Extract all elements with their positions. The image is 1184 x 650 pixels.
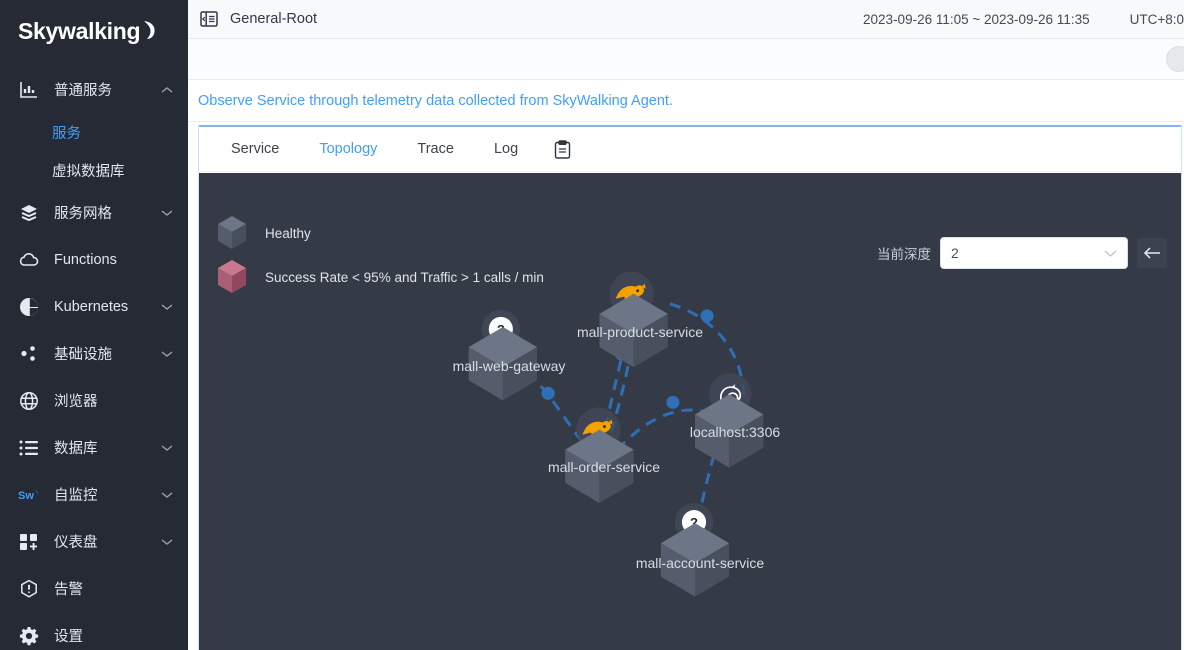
tab-topology[interactable]: Topology [299,127,397,172]
sub-toolbar [188,39,1184,80]
dashboard-add-icon [18,531,40,553]
page-title: General-Root [230,11,318,27]
sidebar-item-self-observability[interactable]: Sw 自监控 [0,471,188,518]
app-root: Skywalking 普通服务 服务 虚拟数据库 服务网格 Functions … [0,0,1184,650]
time-range-picker[interactable]: 2023-09-26 11:05 ~ 2023-09-26 11:35 [863,12,1090,27]
sidebar-item-label: Kubernetes [54,298,129,315]
topbar-right-group: 2023-09-26 11:05 ~ 2023-09-26 11:35 UTC+… [863,12,1184,27]
sidebar-item-browser[interactable]: 浏览器 [0,377,188,424]
clipboard-icon[interactable] [538,139,587,159]
globe-icon [18,390,40,412]
sidebar-subitem-virtual-database[interactable]: 虚拟数据库 [0,151,188,189]
sidebar-item-label: 服务网格 [54,206,112,222]
sidebar-item-label: 自监控 [54,488,98,504]
database-list-icon [18,437,40,459]
node-localhost-3306[interactable] [695,373,764,468]
topology-graph[interactable]: ? [199,173,1181,650]
chevron-down-icon[interactable] [160,444,174,452]
gear-icon [18,625,40,647]
tab-log[interactable]: Log [474,127,538,172]
tab-service[interactable]: Service [211,127,299,172]
chevron-down-icon[interactable] [160,350,174,358]
sidebar-item-functions[interactable]: Functions [0,236,188,283]
alarm-icon [18,578,40,600]
sidebar-item-infrastructure[interactable]: 基础设施 [0,330,188,377]
timezone-label: UTC+8:0 [1129,11,1184,27]
topology-nodes[interactable]: ? [468,271,764,597]
edge-marker [700,309,714,323]
sidebar-subitem-label: 虚拟数据库 [52,163,125,180]
sidebar-item-database[interactable]: 数据库 [0,424,188,471]
node-mall-account-service[interactable]: ? [660,503,730,597]
cube-mall-account-service [660,523,730,597]
layers-icon [18,202,40,224]
chevron-down-icon[interactable] [160,209,174,217]
top-bar: General-Root 2023-09-26 11:05 ~ 2023-09-… [188,0,1184,39]
nodes-icon [18,343,40,365]
crescent-moon-icon [141,20,157,43]
sidebar-item-service-mesh[interactable]: 服务网格 [0,189,188,236]
cube-mall-product-service [599,293,668,368]
chevron-up-icon[interactable] [160,86,174,94]
cube-localhost-3306 [695,394,764,468]
chevron-down-icon[interactable] [160,538,174,546]
collapse-sidebar-icon[interactable] [198,8,220,30]
brand-logo[interactable]: Skywalking [0,0,188,62]
sidebar-item-label: 仪表盘 [54,535,98,551]
toolbar-overflow-button[interactable] [1166,46,1184,72]
main-content: General-Root 2023-09-26 11:05 ~ 2023-09-… [188,0,1184,650]
svg-text:Sw: Sw [18,490,34,502]
sidebar-item-label: 数据库 [54,441,98,457]
sidebar-subitem-label: 服务 [52,125,81,142]
sidebar-item-label: 告警 [54,582,83,598]
description-text: Observe Service through telemetry data c… [198,92,673,109]
pie-chart-icon [18,296,40,318]
sidebar-item-label: 设置 [54,629,83,645]
sw-logo-icon: Sw [18,484,40,506]
node-mall-product-service[interactable] [599,271,668,368]
sidebar-item-alarm[interactable]: 告警 [0,565,188,612]
cloud-icon [18,249,40,271]
cube-mall-order-service [565,429,634,504]
description-bar: Observe Service through telemetry data c… [188,80,1184,122]
cube-mall-web-gateway [468,326,538,401]
sidebar-item-label: 基础设施 [54,347,112,363]
topology-canvas[interactable]: Healthy Success Rate < 95% and Traffic >… [199,173,1181,650]
sidebar-subitem-services[interactable]: 服务 [0,113,188,151]
tab-trace[interactable]: Trace [397,127,474,172]
sidebar-item-dashboard[interactable]: 仪表盘 [0,518,188,565]
content-panel: Service Topology Trace Log Healthy Succe… [198,125,1182,650]
brand-name: Skywalking [18,17,141,44]
edge-marker [666,395,680,409]
sidebar-item-label: 浏览器 [54,394,98,410]
tab-bar: Service Topology Trace Log [199,127,1181,172]
node-mall-order-service[interactable] [565,407,634,504]
chevron-down-icon[interactable] [160,303,174,311]
sidebar-item-kubernetes[interactable]: Kubernetes [0,283,188,330]
sidebar-item-label: 普通服务 [54,83,112,99]
node-mall-web-gateway[interactable]: ? [468,309,538,401]
sidebar-item-general-service[interactable]: 普通服务 [0,66,188,113]
chevron-down-icon[interactable] [160,491,174,499]
sidebar-item-settings[interactable]: 设置 [0,612,188,650]
sidebar-nav: 普通服务 服务 虚拟数据库 服务网格 Functions Kubernetes … [0,62,188,650]
chart-bar-icon [18,79,40,101]
edge-marker [541,386,555,400]
sidebar: Skywalking 普通服务 服务 虚拟数据库 服务网格 Functions … [0,0,188,650]
sidebar-item-label: Functions [54,251,117,268]
